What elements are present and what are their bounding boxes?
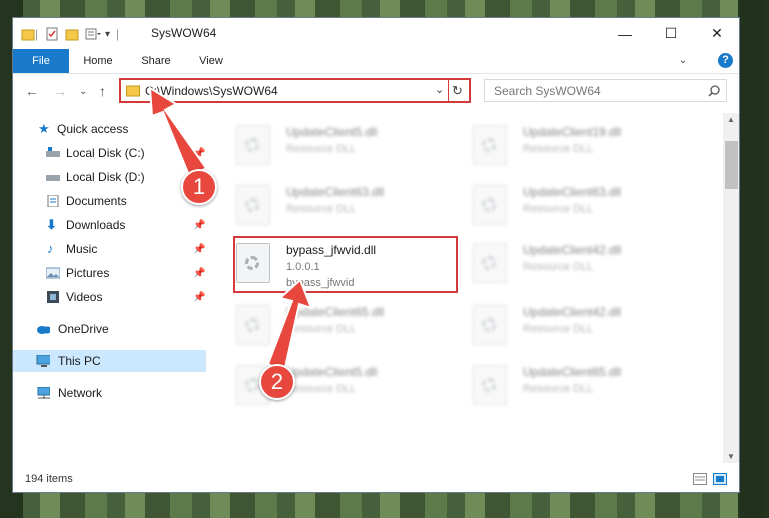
step-1-badge: 1 — [181, 169, 217, 205]
arrow-to-file — [266, 278, 313, 374]
annotation-arrows — [148, 86, 313, 374]
arrow-to-address-bar — [148, 86, 208, 180]
step-2-badge: 2 — [259, 364, 295, 400]
